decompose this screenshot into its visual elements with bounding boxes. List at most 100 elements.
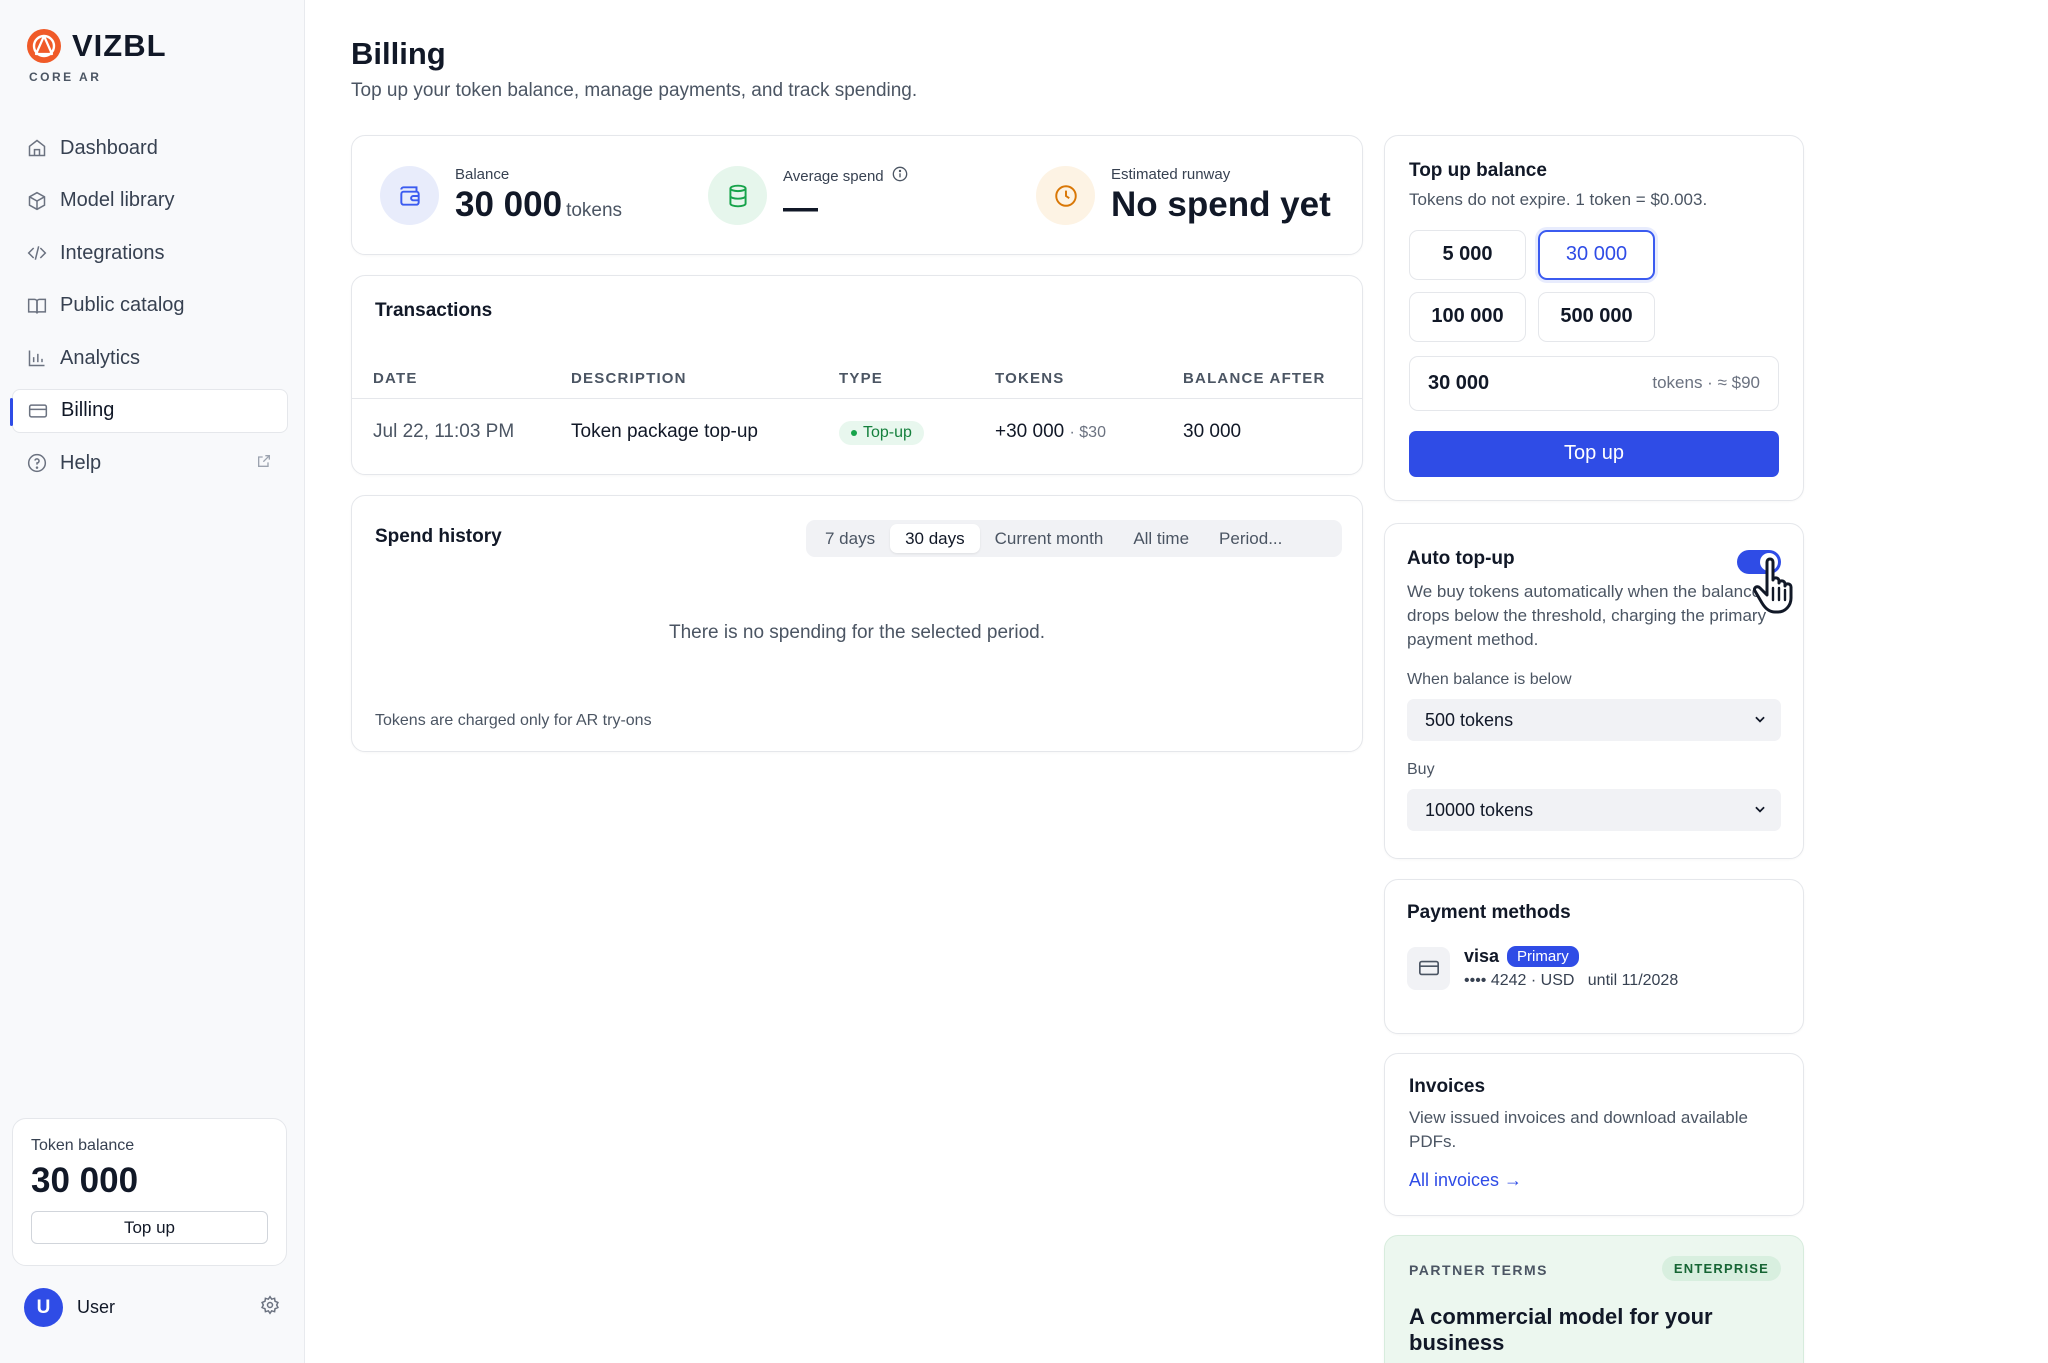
stat-label: Average spend bbox=[783, 166, 908, 186]
spend-note: Tokens are charged only for AR try-ons bbox=[375, 712, 652, 729]
column-header-date: DATE bbox=[373, 370, 418, 387]
package-option-30000[interactable]: 30 000 bbox=[1538, 229, 1655, 280]
sidebar-item-billing[interactable]: Billing bbox=[10, 388, 288, 433]
avatar: U bbox=[24, 1288, 63, 1327]
row-amount: · $30 bbox=[1069, 424, 1106, 441]
brand-sub: CORE AR bbox=[29, 70, 102, 84]
card-detail: •••• 4242 · USD until 11/2028 bbox=[1464, 972, 1679, 989]
stats-card: Balance 30 000 tokens Average spend — Est… bbox=[351, 135, 1363, 255]
logo[interactable]: VIZBL bbox=[26, 28, 167, 64]
token-amount-input[interactable]: 30 000 tokens · ≈ $90 bbox=[1409, 355, 1779, 411]
credit-card-icon bbox=[1407, 946, 1450, 990]
credit-card-icon bbox=[27, 400, 49, 422]
table-row: Jul 22, 11:03 PM Token package top-up To… bbox=[352, 399, 1362, 469]
average-value: — bbox=[783, 188, 818, 227]
page-title: Billing bbox=[351, 36, 446, 71]
sidebar-item-integrations[interactable]: Integrations bbox=[12, 231, 288, 275]
transactions-title: Transactions bbox=[375, 300, 493, 321]
payment-method-item[interactable]: visa Primary •••• 4242 · USD until 11/20… bbox=[1407, 946, 1781, 990]
sidebar-item-label: Integrations bbox=[60, 241, 165, 264]
sidebar-token-card: Token balance 30 000 Top up bbox=[12, 1118, 287, 1266]
stat-balance: Balance 30 000 tokens bbox=[380, 166, 622, 225]
row-balance-after: 30 000 bbox=[1183, 421, 1242, 442]
period-custom[interactable]: Period... bbox=[1204, 524, 1297, 553]
row-date: Jul 22, 11:03 PM bbox=[373, 421, 515, 442]
user-menu[interactable]: U User bbox=[24, 1288, 280, 1327]
column-header-description: DESCRIPTION bbox=[571, 370, 687, 387]
table-header: DATE DESCRIPTION TYPE TOKENS BALANCE AFT… bbox=[352, 357, 1362, 399]
sidebar-item-help[interactable]: Help bbox=[12, 441, 288, 485]
external-link-icon bbox=[256, 452, 272, 475]
home-icon bbox=[26, 137, 48, 159]
auto-topup-description: We buy tokens automatically when the bal… bbox=[1407, 582, 1767, 649]
invoices-description: View issued invoices and download availa… bbox=[1409, 1108, 1748, 1151]
card-brand: visa bbox=[1464, 946, 1500, 966]
token-amount-hint: tokens · ≈ $90 bbox=[1652, 373, 1760, 393]
auto-topup-card: Auto top-up We buy tokens automatically … bbox=[1384, 523, 1804, 859]
row-tokens-value: +30 000 bbox=[995, 421, 1065, 442]
sidebar-nav: Dashboard Model library Integrations Pub… bbox=[10, 126, 288, 494]
topup-button[interactable]: Top up bbox=[1409, 430, 1779, 477]
period-all-time[interactable]: All time bbox=[1118, 524, 1204, 553]
buy-amount-select[interactable]: 10000 tokens bbox=[1407, 789, 1781, 832]
book-icon bbox=[26, 295, 48, 317]
buy-value: 10000 tokens bbox=[1425, 799, 1534, 820]
average-label: Average spend bbox=[783, 167, 884, 185]
topup-card: Top up balance Tokens do not expire. 1 t… bbox=[1384, 135, 1804, 501]
period-7-days[interactable]: 7 days bbox=[810, 524, 890, 553]
period-current-month[interactable]: Current month bbox=[980, 524, 1119, 553]
code-icon bbox=[26, 242, 48, 264]
buy-label: Buy bbox=[1407, 761, 1435, 779]
row-description: Token package top-up bbox=[571, 421, 758, 442]
sidebar-item-label: Dashboard bbox=[60, 136, 158, 159]
package-option-100000[interactable]: 100 000 bbox=[1409, 291, 1526, 342]
page-subtitle: Top up your token balance, manage paymen… bbox=[351, 80, 918, 101]
package-options: 5 000 30 000 100 000 500 000 bbox=[1409, 229, 1779, 342]
column-header-type: TYPE bbox=[839, 370, 883, 387]
all-invoices-link[interactable]: All invoices → bbox=[1409, 1170, 1779, 1191]
row-type-badge: Top-up bbox=[839, 421, 924, 445]
stat-value: 30 000 tokens bbox=[455, 185, 622, 225]
bar-chart-icon bbox=[26, 347, 48, 369]
cube-icon bbox=[26, 190, 48, 212]
sidebar-item-public-catalog[interactable]: Public catalog bbox=[12, 284, 288, 328]
transactions-card: Transactions DATE DESCRIPTION TYPE TOKEN… bbox=[351, 275, 1363, 475]
token-balance-value: 30 000 bbox=[31, 1161, 139, 1200]
payment-methods-title: Payment methods bbox=[1407, 902, 1571, 923]
balance-value: 30 000 bbox=[455, 185, 563, 224]
threshold-label: When balance is below bbox=[1407, 671, 1572, 689]
token-amount-value: 30 000 bbox=[1428, 371, 1490, 394]
gear-icon[interactable] bbox=[260, 1295, 280, 1320]
balance-unit: tokens bbox=[566, 200, 623, 221]
package-option-5000[interactable]: 5 000 bbox=[1409, 229, 1526, 280]
row-tokens: +30 000 · $30 bbox=[995, 421, 1106, 443]
chevron-down-icon bbox=[1753, 802, 1767, 819]
clock-icon bbox=[1036, 166, 1095, 225]
topup-subtitle: Tokens do not expire. 1 token = $0.003. bbox=[1409, 190, 1708, 209]
sidebar-item-analytics[interactable]: Analytics bbox=[12, 336, 288, 380]
sidebar-item-label: Model library bbox=[60, 189, 175, 211]
info-icon[interactable] bbox=[892, 166, 908, 186]
chevron-down-icon bbox=[1753, 712, 1767, 729]
token-balance-label: Token balance bbox=[31, 1137, 135, 1154]
period-30-days[interactable]: 30 days bbox=[890, 524, 980, 553]
runway-value: No spend yet bbox=[1111, 185, 1331, 224]
hand-pointer-cursor-icon bbox=[1753, 557, 1793, 614]
payment-methods-card: Payment methods visa Primary •••• 4242 ·… bbox=[1384, 879, 1804, 1034]
spend-history-title: Spend history bbox=[375, 526, 502, 547]
package-option-500000[interactable]: 500 000 bbox=[1538, 291, 1655, 342]
sidebar-item-model-library[interactable]: Model library bbox=[12, 179, 288, 223]
auto-topup-title: Auto top-up bbox=[1407, 548, 1515, 569]
enterprise-badge: ENTERPRISE bbox=[1661, 1256, 1781, 1281]
threshold-select[interactable]: 500 tokens bbox=[1407, 699, 1781, 742]
runway-label: Estimated runway bbox=[1111, 166, 1231, 183]
column-header-balance-after: BALANCE AFTER bbox=[1183, 370, 1326, 387]
stat-label: Balance bbox=[455, 166, 510, 183]
sidebar-item-label: Analytics bbox=[60, 346, 141, 369]
sidebar-item-dashboard[interactable]: Dashboard bbox=[12, 126, 288, 170]
logo-mark-icon bbox=[27, 29, 61, 63]
stat-runway: Estimated runway No spend yet bbox=[1036, 166, 1331, 225]
partner-terms-card[interactable]: PARTNER TERMS ENTERPRISE A commercial mo… bbox=[1384, 1235, 1804, 1363]
invoices-card: Invoices View issued invoices and downlo… bbox=[1384, 1053, 1804, 1216]
sidebar-topup-button[interactable]: Top up bbox=[31, 1211, 268, 1244]
